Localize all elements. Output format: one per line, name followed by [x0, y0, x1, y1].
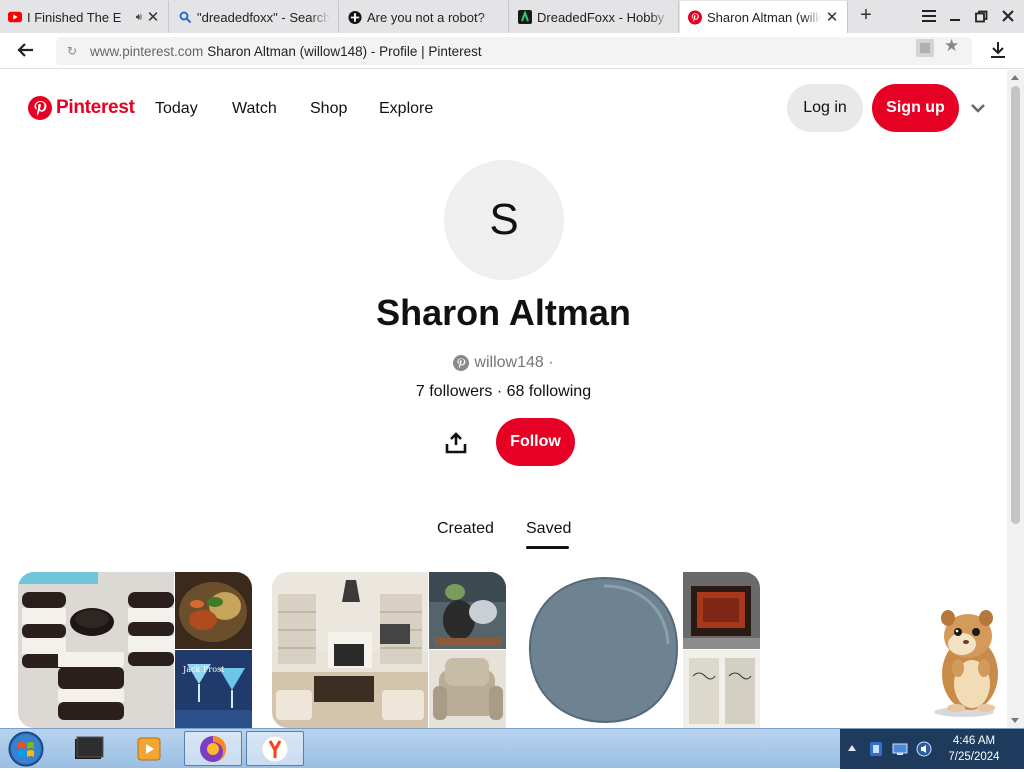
menu-icon[interactable]	[918, 6, 940, 26]
active-tab-indicator	[526, 546, 569, 549]
new-tab-button[interactable]: +	[854, 4, 878, 28]
hobby-icon	[518, 10, 532, 24]
board-thumb-image: Jack Frost	[175, 650, 252, 728]
nav-watch[interactable]: Watch	[232, 100, 277, 118]
board-thumb-image	[683, 650, 760, 728]
taskbar-yandex-icon[interactable]	[246, 731, 304, 766]
svg-text:Jack Frost: Jack Frost	[182, 665, 225, 674]
pinterest-page: Pinterest Today Watch Shop Explore Log i…	[0, 70, 1007, 728]
tab-title: Are you not a robot?	[367, 9, 485, 25]
browser-tab[interactable]: I Finished The E 🔊︎ ✕	[0, 1, 169, 33]
share-icon[interactable]	[444, 431, 468, 455]
url-page-title: Sharon Altman (willow148) - Profile | Pi…	[207, 43, 482, 59]
youtube-icon	[8, 10, 22, 24]
tab-title: I Finished The E	[27, 9, 122, 25]
tray-app-icon[interactable]	[868, 741, 884, 757]
follower-counts[interactable]: 7 followers · 68 following	[0, 383, 1007, 401]
board-thumb-image	[175, 572, 252, 649]
tab-title: DreadedFoxx - Hobby	[537, 9, 665, 25]
start-button[interactable]	[6, 731, 46, 767]
board-cover-image	[526, 572, 682, 728]
reader-mode-icon[interactable]	[916, 39, 934, 57]
board-thumb-image	[683, 572, 760, 649]
download-icon[interactable]	[990, 41, 1010, 61]
page-scrollbar[interactable]	[1007, 70, 1024, 728]
pinterest-logo-icon	[28, 96, 52, 120]
speaker-icon[interactable]: 🔊︎	[136, 12, 142, 23]
follow-button[interactable]: Follow	[496, 418, 575, 466]
browser-tab[interactable]: "dreadedfoxx" - Search	[170, 1, 339, 33]
board-card[interactable]: Jack Frost	[18, 572, 252, 728]
volume-icon[interactable]	[916, 741, 932, 757]
nav-shop[interactable]: Shop	[310, 100, 347, 118]
url-field[interactable]: ↻ www.pinterest.com Sharon Altman (willo…	[56, 37, 972, 65]
network-icon[interactable]	[892, 741, 908, 757]
board-cover-image	[18, 572, 174, 728]
browser-tab-active[interactable]: Sharon Altman (willow148) ✕	[680, 1, 848, 33]
reload-icon[interactable]: ↻	[64, 44, 80, 58]
search-icon	[178, 10, 192, 24]
taskbar-terminal-icon[interactable]	[60, 731, 118, 766]
scroll-thumb[interactable]	[1011, 86, 1020, 524]
browser-tab[interactable]: Are you not a robot?	[340, 1, 509, 33]
url-host: www.pinterest.com	[90, 43, 204, 59]
board-card[interactable]	[526, 572, 760, 728]
board-thumb-image	[429, 650, 506, 728]
pinterest-logo[interactable]: Pinterest	[28, 96, 135, 120]
address-bar: ↻ www.pinterest.com Sharon Altman (willo…	[0, 33, 1024, 69]
tab-created[interactable]: Created	[437, 520, 494, 538]
signup-button[interactable]: Sign up	[872, 84, 959, 132]
scroll-down-arrow-icon[interactable]	[1011, 718, 1019, 723]
login-button[interactable]: Log in	[787, 84, 863, 132]
tab-saved[interactable]: Saved	[526, 520, 571, 538]
clock-time: 4:46 AM	[952, 735, 996, 747]
tab-close-icon[interactable]: ✕	[825, 8, 839, 26]
board-cover-image	[272, 572, 428, 728]
plus-circle-icon	[348, 10, 362, 24]
profile-handle: willow148 ·	[0, 354, 1007, 372]
browser-tab-bar: I Finished The E 🔊︎ ✕ "dreadedfoxx" - Se…	[0, 0, 1024, 33]
board-thumb-image	[429, 572, 506, 649]
pinterest-icon	[688, 10, 702, 24]
tab-title: "dreadedfoxx" - Search	[197, 9, 330, 25]
taskbar-media-player-icon[interactable]	[120, 731, 178, 766]
minimize-icon[interactable]	[944, 6, 966, 26]
tray-expand-icon[interactable]	[848, 745, 856, 751]
scroll-up-arrow-icon[interactable]	[1011, 75, 1019, 80]
browser-tab[interactable]: DreadedFoxx - Hobby	[510, 1, 679, 33]
clock-date: 7/25/2024	[948, 751, 1000, 763]
tab-close-icon[interactable]: ✕	[146, 8, 160, 26]
nav-today[interactable]: Today	[155, 100, 198, 118]
hamster-mascot-image	[918, 602, 1007, 718]
taskbar-firefox-icon[interactable]	[184, 731, 242, 766]
bookmark-star-icon[interactable]: ★	[944, 36, 959, 56]
chevron-down-icon[interactable]	[970, 100, 986, 116]
profile-name: Sharon Altman	[376, 292, 631, 333]
tab-title: Sharon Altman (willow148)	[707, 9, 821, 25]
taskbar-clock[interactable]: 4:46 AM 7/25/2024	[944, 733, 1004, 765]
restore-icon[interactable]	[970, 6, 992, 26]
avatar: S	[444, 160, 564, 280]
handle-text: willow148 ·	[474, 354, 554, 371]
close-window-icon[interactable]	[997, 6, 1019, 26]
windows-taskbar: 4:46 AM 7/25/2024	[0, 728, 1024, 769]
logo-text: Pinterest	[56, 97, 135, 118]
nav-explore[interactable]: Explore	[379, 100, 433, 118]
board-card[interactable]	[272, 572, 506, 728]
back-arrow-icon[interactable]	[16, 40, 40, 62]
pinterest-small-icon	[453, 355, 470, 371]
